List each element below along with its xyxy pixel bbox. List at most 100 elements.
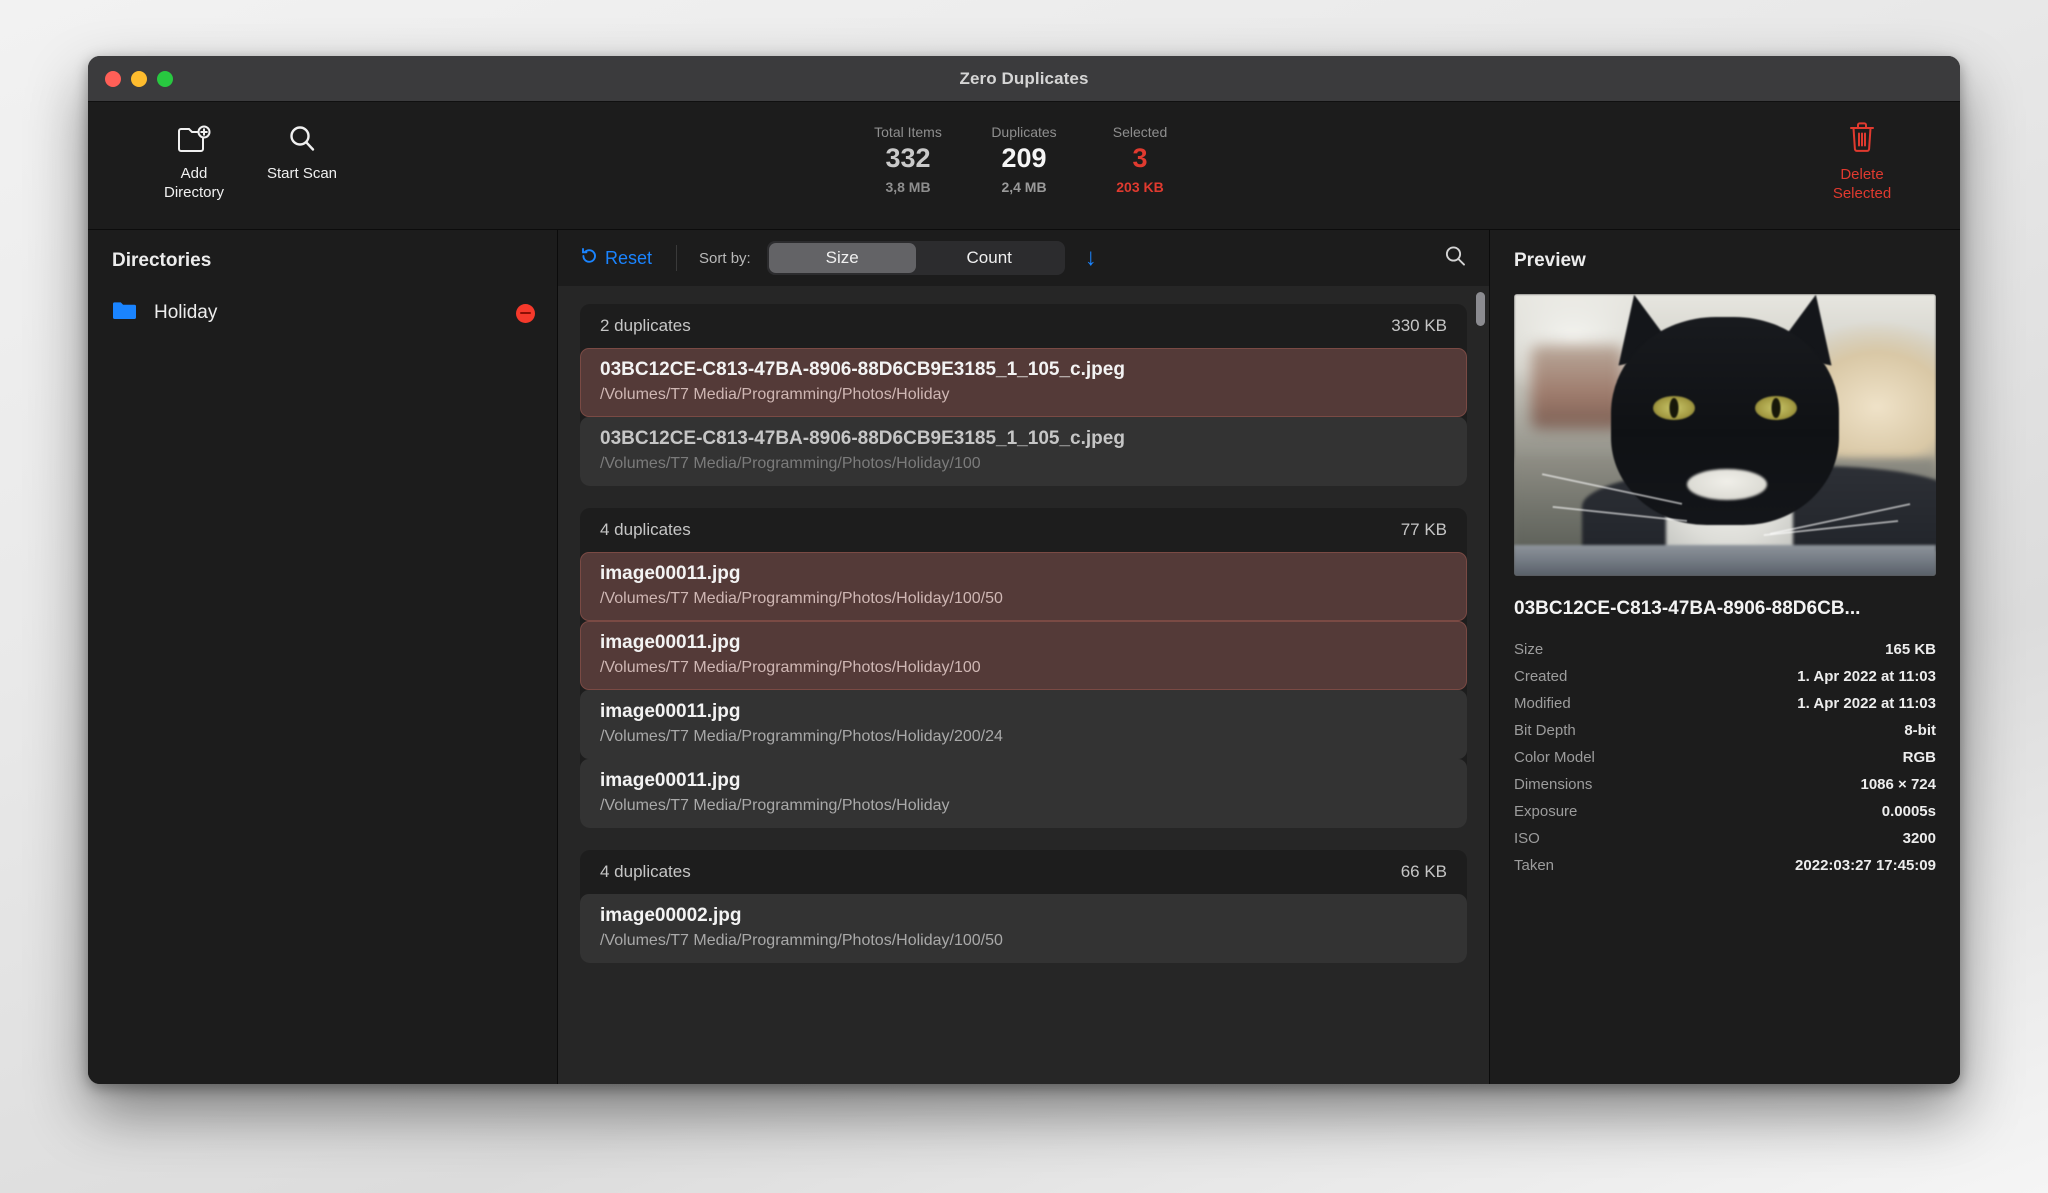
duplicates-panel: Reset Sort by: Size Count ↓ 2 duplicates… <box>558 230 1490 1084</box>
remove-directory-button[interactable] <box>516 303 535 323</box>
metadata-row: Dimensions 1086 × 724 <box>1514 771 1936 798</box>
delete-selected-button[interactable]: Delete Selected <box>1806 120 1918 203</box>
metadata-value: 1. Apr 2022 at 11:03 <box>1797 668 1936 685</box>
reset-arrow-icon <box>580 247 598 270</box>
stat-selected-label: Selected <box>1112 124 1168 140</box>
file-row[interactable]: image00011.jpg /Volumes/T7 Media/Program… <box>580 690 1467 759</box>
list-scrollbar[interactable] <box>1476 292 1485 1078</box>
group-file-rows: 03BC12CE-C813-47BA-8906-88D6CB9E3185_1_1… <box>580 348 1467 486</box>
directories-sidebar: Directories Holiday <box>88 230 558 1084</box>
preview-metadata-table: Size 165 KB Created 1. Apr 2022 at 11:03… <box>1514 636 1936 879</box>
search-icon[interactable] <box>1443 244 1467 273</box>
sort-by-size-segment[interactable]: Size <box>768 243 916 273</box>
file-row[interactable]: image00011.jpg /Volumes/T7 Media/Program… <box>580 759 1467 828</box>
metadata-key: Exposure <box>1514 803 1578 820</box>
file-row[interactable]: image00002.jpg /Volumes/T7 Media/Program… <box>580 894 1467 963</box>
toolbar-divider <box>676 245 678 271</box>
file-name: image00011.jpg <box>600 701 741 722</box>
duplicate-group: 2 duplicates 330 KB 03BC12CE-C813-47BA-8… <box>580 304 1467 486</box>
sort-mode-segmented-control[interactable]: Size Count <box>766 241 1065 275</box>
file-path: /Volumes/T7 Media/Programming/Photos/Hol… <box>600 932 1003 949</box>
reset-label: Reset <box>605 247 653 268</box>
file-row[interactable]: 03BC12CE-C813-47BA-8906-88D6CB9E3185_1_1… <box>580 348 1467 417</box>
group-size-label: 330 KB <box>1391 316 1447 335</box>
file-path: /Volumes/T7 Media/Programming/Photos/Hol… <box>600 386 950 403</box>
sort-toolbar: Reset Sort by: Size Count ↓ <box>558 230 1489 286</box>
stat-duplicates-value: 209 <box>1001 143 1047 173</box>
group-header: 4 duplicates 66 KB <box>580 850 1467 894</box>
start-scan-button[interactable]: Start Scan <box>248 102 356 183</box>
preview-image <box>1514 294 1936 576</box>
application-window: Zero Duplicates Add Directory Start Scan <box>88 56 1960 1084</box>
main-toolbar: Add Directory Start Scan Total Items 332… <box>88 102 1960 230</box>
group-header: 4 duplicates 77 KB <box>580 508 1467 552</box>
directories-title: Directories <box>112 250 212 271</box>
metadata-row: Color Model RGB <box>1514 744 1936 771</box>
metadata-value: 3200 <box>1902 830 1936 847</box>
preview-filename: 03BC12CE-C813-47BA-8906-88D6CB... <box>1514 598 1861 619</box>
group-file-rows: image00002.jpg /Volumes/T7 Media/Program… <box>580 894 1467 963</box>
sort-by-label: Sort by: <box>699 249 751 267</box>
group-count-label: 4 duplicates <box>600 862 691 881</box>
metadata-key: Color Model <box>1514 749 1595 766</box>
metadata-value: 0.0005s <box>1881 803 1936 820</box>
directory-name: Holiday <box>154 302 218 323</box>
window-title: Zero Duplicates <box>959 68 1089 88</box>
start-scan-label: Start Scan <box>266 165 338 182</box>
add-directory-button[interactable]: Add Directory <box>140 102 248 202</box>
file-path: /Volumes/T7 Media/Programming/Photos/Hol… <box>600 728 1003 745</box>
metadata-row: Modified 1. Apr 2022 at 11:03 <box>1514 690 1936 717</box>
preview-image-blurred-object <box>1530 344 1624 430</box>
reset-button[interactable]: Reset <box>580 247 652 270</box>
preview-title: Preview <box>1514 250 1586 271</box>
file-path: /Volumes/T7 Media/Programming/Photos/Hol… <box>600 659 981 676</box>
file-name: image00011.jpg <box>600 770 741 791</box>
file-name: image00011.jpg <box>600 632 741 653</box>
file-path: /Volumes/T7 Media/Programming/Photos/Hol… <box>600 455 981 472</box>
metadata-value: 165 KB <box>1885 641 1936 658</box>
metadata-row: Bit Depth 8-bit <box>1514 717 1936 744</box>
duplicate-groups-list[interactable]: 2 duplicates 330 KB 03BC12CE-C813-47BA-8… <box>558 286 1489 1084</box>
metadata-key: Modified <box>1514 695 1571 712</box>
file-name: image00002.jpg <box>600 905 742 926</box>
group-header: 2 duplicates 330 KB <box>580 304 1467 348</box>
stat-selected-size: 203 KB <box>1116 179 1164 195</box>
stat-total-items-value: 332 <box>885 143 931 173</box>
sort-direction-arrow-icon[interactable]: ↓ <box>1085 246 1097 270</box>
group-size-label: 77 KB <box>1400 520 1447 539</box>
file-name: image00011.jpg <box>600 563 741 584</box>
metadata-key: Taken <box>1514 857 1555 874</box>
add-directory-label: Add Directory <box>163 165 224 201</box>
duplicate-groups-scroll-content: 2 duplicates 330 KB 03BC12CE-C813-47BA-8… <box>558 286 1489 963</box>
metadata-row: Exposure 0.0005s <box>1514 798 1936 825</box>
stat-total-items-label: Total Items <box>874 124 942 140</box>
group-file-rows: image00011.jpg /Volumes/T7 Media/Program… <box>580 552 1467 828</box>
sidebar-item-holiday[interactable]: Holiday <box>88 292 557 334</box>
metadata-row: ISO 3200 <box>1514 825 1936 852</box>
file-row[interactable]: image00011.jpg /Volumes/T7 Media/Program… <box>580 552 1467 621</box>
stat-selected: Selected 3 203 KB <box>1082 124 1198 195</box>
metadata-key: ISO <box>1514 830 1540 847</box>
stat-duplicates-size: 2,4 MB <box>1001 179 1047 195</box>
preview-image-foreground-ledge <box>1514 544 1936 576</box>
group-count-label: 2 duplicates <box>600 316 691 335</box>
magnifier-icon <box>287 120 317 158</box>
stat-duplicates-label: Duplicates <box>991 124 1057 140</box>
cat-muzzle-shape <box>1687 468 1768 500</box>
stat-duplicates: Duplicates 209 2,4 MB <box>966 124 1082 195</box>
file-row[interactable]: 03BC12CE-C813-47BA-8906-88D6CB9E3185_1_1… <box>580 417 1467 486</box>
file-row[interactable]: image00011.jpg /Volumes/T7 Media/Program… <box>580 621 1467 690</box>
metadata-key: Created <box>1514 668 1568 685</box>
duplicate-group: 4 duplicates 66 KB image00002.jpg /Volum… <box>580 850 1467 963</box>
file-name: 03BC12CE-C813-47BA-8906-88D6CB9E3185_1_1… <box>600 359 1125 380</box>
metadata-row: Taken 2022:03:27 17:45:09 <box>1514 852 1936 879</box>
metadata-value: 1086 × 724 <box>1860 776 1937 793</box>
sort-by-count-segment[interactable]: Count <box>916 243 1063 273</box>
list-scrollbar-thumb[interactable] <box>1476 292 1485 326</box>
metadata-value: 1. Apr 2022 at 11:03 <box>1797 695 1936 712</box>
scan-statistics: Total Items 332 3,8 MB Duplicates 209 2,… <box>850 124 1198 195</box>
file-path: /Volumes/T7 Media/Programming/Photos/Hol… <box>600 797 950 814</box>
folder-plus-icon <box>177 120 211 158</box>
folder-icon <box>112 301 136 325</box>
stat-selected-value: 3 <box>1132 143 1148 173</box>
